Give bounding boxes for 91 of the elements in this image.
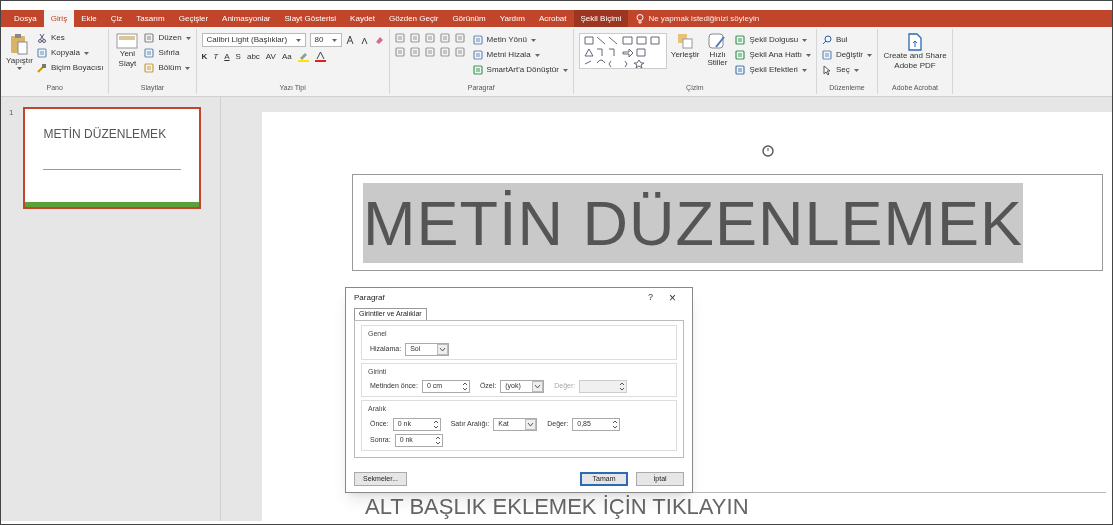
styles-icon <box>708 33 727 49</box>
ribbon-button[interactable]: Metin Yönü <box>472 33 568 47</box>
font-color-icon[interactable] <box>314 52 326 62</box>
ribbon-tab[interactable]: Gözden Geçir <box>382 10 446 27</box>
spinner-icon <box>433 434 442 446</box>
caret-icon <box>802 38 808 42</box>
ribbon-tab[interactable]: Dosya <box>7 10 44 27</box>
caret-icon <box>530 38 536 42</box>
lightbulb-icon <box>636 13 645 24</box>
caret-icon <box>801 68 807 72</box>
shrink-font-icon[interactable] <box>359 35 370 45</box>
caret-icon <box>534 53 540 57</box>
ribbon-tab[interactable]: Acrobat <box>531 10 574 27</box>
format-button[interactable]: A <box>224 51 230 63</box>
new-slide-button[interactable]: Yeni Slayt <box>114 29 141 69</box>
close-button[interactable]: × <box>661 292 684 304</box>
slide-number: 1 <box>9 107 14 119</box>
caret-icon <box>805 53 811 57</box>
dropdown-icon <box>437 343 449 355</box>
ribbon-button[interactable]: Kes <box>37 31 104 45</box>
rotate-handle-icon[interactable] <box>761 144 775 158</box>
search-icon <box>821 35 832 45</box>
caret-icon <box>185 66 191 70</box>
ribbon-tab[interactable]: Yardım <box>492 10 532 27</box>
font-name-field[interactable]: Calibri Light (Başlıklar) <box>201 33 306 47</box>
caret-icon <box>867 53 872 57</box>
ribbon-button[interactable]: Düzen <box>144 31 191 45</box>
caret-icon <box>17 67 22 70</box>
quick-styles-button[interactable]: Hızlı Stiller <box>703 33 732 67</box>
format-button[interactable]: Aa <box>281 51 292 63</box>
ribbon-button[interactable]: Şekil Ana Hattı <box>735 48 811 62</box>
caret-icon <box>562 68 568 72</box>
thumbnail-title: METİN DÜZENLEMEK <box>42 126 168 143</box>
caret-icon <box>853 68 859 72</box>
format-button[interactable]: abc <box>246 51 260 63</box>
ribbon-button[interactable]: Şekil Dolgusu <box>735 33 811 47</box>
ribbon-button[interactable]: Şekil Efektleri <box>735 63 811 77</box>
pdf-icon <box>907 33 923 51</box>
ribbon-tab[interactable]: Şekil Biçimi <box>573 10 629 27</box>
clipboard-icon <box>9 33 30 55</box>
ribbon-tab[interactable]: Tasarım <box>129 10 172 27</box>
ribbon-tab[interactable]: Görünüm <box>445 10 493 27</box>
tell-me-field[interactable]: Ne yapmak istediğinizi söyleyin <box>628 10 768 27</box>
pointer-icon <box>821 65 832 75</box>
scissors-icon <box>37 33 47 43</box>
spinner-icon <box>431 418 440 430</box>
dialog-title: Paragraf <box>354 292 385 304</box>
ribbon-tab[interactable]: Animasyonlar <box>215 10 278 27</box>
ribbon-tab[interactable]: Ekle <box>74 10 104 27</box>
format-button[interactable]: S <box>235 51 241 63</box>
paste-button[interactable]: Yapıştır <box>6 29 33 70</box>
slide-subtitle: ALT BAŞLIK EKLEMEK İÇİN TIKLAYIN <box>365 494 749 519</box>
font-size-field[interactable]: 80 <box>309 33 342 47</box>
ribbon-button[interactable]: Metni Hizala <box>472 48 568 62</box>
format-button[interactable]: AV <box>265 51 276 63</box>
spinner-icon <box>460 381 469 392</box>
ribbon-button[interactable]: Sıfırla <box>144 46 191 60</box>
arrange-button[interactable]: Yerleştir <box>670 33 700 59</box>
help-button[interactable]: ? <box>639 291 661 305</box>
ribbon-button[interactable]: Seç <box>821 63 872 77</box>
caret-icon <box>331 38 337 42</box>
slide-thumbnail[interactable]: METİN DÜZENLEMEK <box>23 107 202 209</box>
spinner-icon <box>611 418 620 430</box>
shapes-gallery-icon[interactable] <box>578 33 667 69</box>
slide-title: METİN DÜZENLEMEK <box>363 182 1024 263</box>
brush-icon <box>37 63 47 73</box>
ribbon-tab[interactable]: Kaydet <box>343 10 382 27</box>
create-pdf-button[interactable]: Create and Share Adobe PDF <box>883 29 947 71</box>
ribbon-button[interactable]: Kopyala <box>37 46 104 60</box>
ribbon-button[interactable]: Bul <box>821 33 872 47</box>
ribbon-button[interactable]: SmartArt'a Dönüştür <box>472 63 568 77</box>
title-placeholder[interactable]: METİN DÜZENLEMEK <box>352 174 1103 271</box>
dropdown-icon <box>532 381 544 392</box>
ribbon-tab[interactable]: Çiz <box>103 10 130 27</box>
ribbon-button[interactable]: Bölüm <box>144 61 191 75</box>
grow-font-icon[interactable] <box>345 35 356 45</box>
format-button[interactable]: K <box>201 51 208 63</box>
spinner-icon <box>618 381 627 392</box>
ribbon-button[interactable]: Değiştir <box>821 48 872 62</box>
arrange-icon <box>677 33 694 49</box>
format-button[interactable]: T <box>213 51 219 63</box>
caret-icon <box>185 36 191 40</box>
ribbon-tab[interactable]: Giriş <box>43 10 75 27</box>
ribbon-button[interactable]: Biçim Boyacısı <box>37 61 104 75</box>
slide-icon <box>116 33 139 49</box>
ribbon-tab[interactable]: Geçişler <box>171 10 216 27</box>
caret-icon <box>295 38 301 42</box>
highlighter-icon[interactable] <box>297 52 309 62</box>
caret-icon <box>83 51 89 55</box>
ribbon-tab[interactable]: Slayt Gösterisi <box>277 10 344 27</box>
dropdown-icon <box>525 418 537 430</box>
